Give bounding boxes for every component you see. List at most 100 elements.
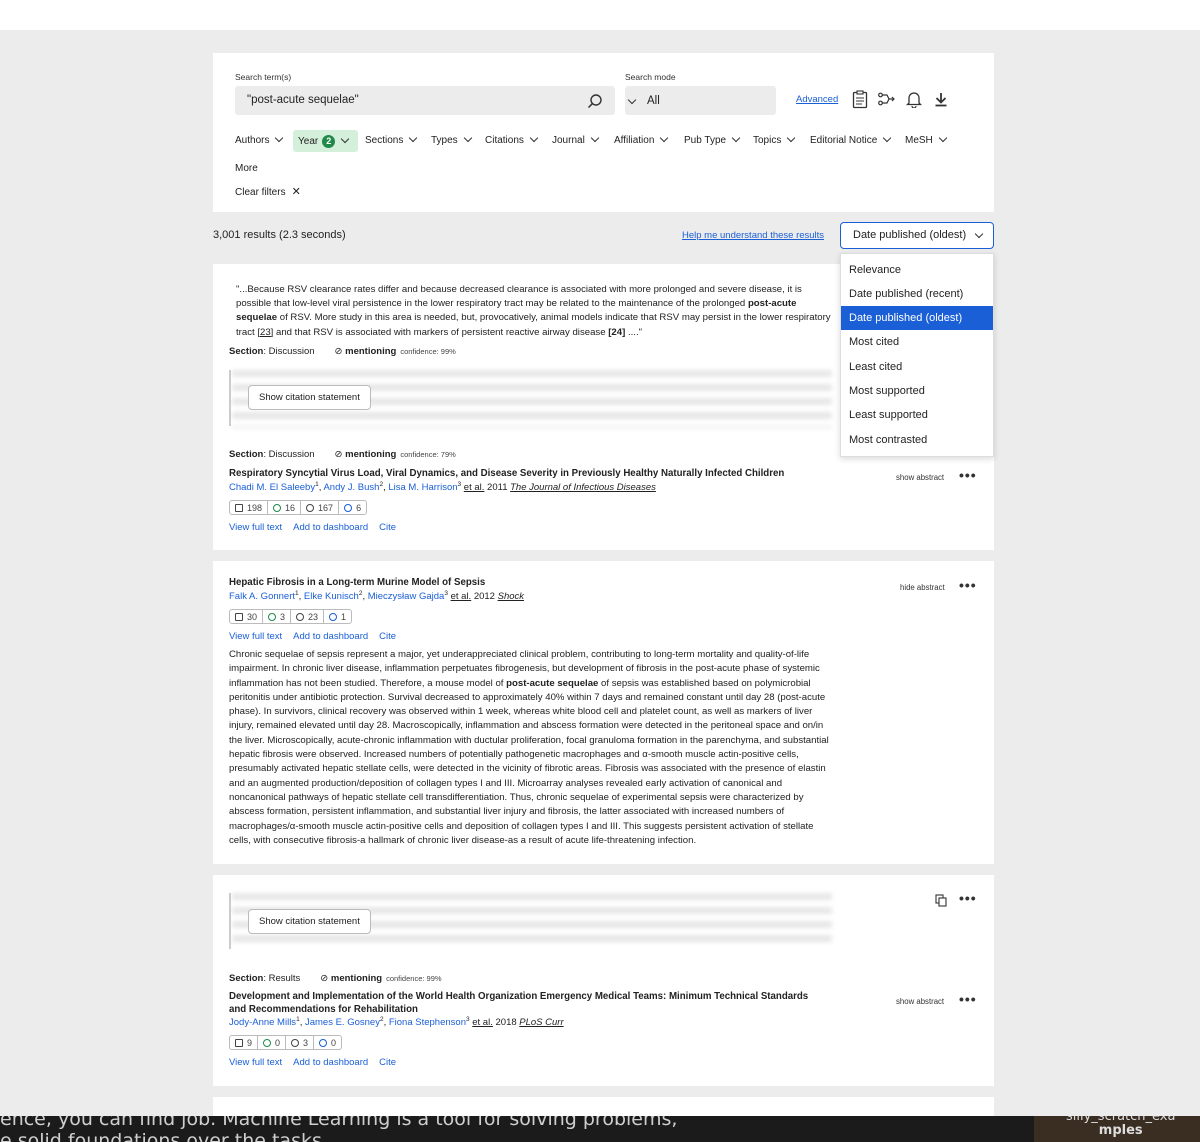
filter-journal[interactable]: Journal (552, 133, 600, 146)
mentioning-icon: ⊘ (320, 973, 329, 984)
section-info: Section: Results ⊘ mentioning confidence: … (229, 973, 442, 984)
video-overlay: ence, you can find job. Machine Learning… (0, 1116, 1200, 1142)
result-actions: View full text Add to dashboard Cite (229, 631, 407, 642)
filter-citations[interactable]: Citations (485, 133, 539, 146)
contrasting-icon (319, 1038, 328, 1047)
clear-filters-button[interactable]: Clear filters ✕ (235, 185, 301, 198)
filter-mesh[interactable]: MeSH (905, 133, 948, 146)
filter-label: Topics (753, 135, 782, 146)
author-link[interactable]: James E. Gosney (305, 1017, 380, 1028)
clipboard-icon[interactable] (852, 90, 868, 109)
view-full-text-link[interactable]: View full text (229, 522, 282, 533)
result-title[interactable]: Respiratory Syncytial Virus Load, Viral … (229, 468, 829, 479)
sort-option-date-oldest[interactable]: Date published (oldest) (841, 306, 993, 330)
copy-icon[interactable] (935, 894, 947, 907)
author-link[interactable]: Andy J. Bush (323, 482, 379, 493)
advanced-link[interactable]: Advanced (796, 94, 838, 105)
sort-dropdown: Relevance Date published (recent) Date p… (840, 253, 994, 457)
filter-label: Types (431, 135, 458, 146)
publications-icon (235, 503, 243, 512)
author-link[interactable]: Fiona Stephenson (389, 1017, 466, 1028)
clear-filters-label: Clear filters (235, 187, 286, 198)
quote-bar (229, 893, 231, 949)
search-mode-value: All (647, 95, 660, 107)
cite-link[interactable]: Cite (379, 1057, 396, 1068)
author-link[interactable]: Chadi M. El Saleeby (229, 482, 315, 493)
add-to-dashboard-link[interactable]: Add to dashboard (293, 1057, 368, 1068)
filter-label: Authors (235, 135, 270, 146)
sort-option-most-contrasted[interactable]: Most contrasted (841, 428, 993, 452)
author-link[interactable]: Jody-Anne Mills (229, 1017, 296, 1028)
filter-year[interactable]: Year 2 (298, 134, 350, 148)
show-abstract-toggle[interactable]: show abstract (896, 997, 944, 1006)
author-link[interactable]: Elke Kunisch (304, 591, 359, 602)
sort-option-relevance[interactable]: Relevance (841, 258, 993, 282)
help-understand-link[interactable]: Help me understand these results (682, 230, 824, 241)
sort-option-most-supported[interactable]: Most supported (841, 379, 993, 403)
author-list: Jody-Anne Mills1, James E. Gosney2, Fion… (229, 1016, 564, 1029)
filter-types[interactable]: Types (431, 133, 472, 146)
mentioning-icon (291, 1038, 300, 1047)
search-icon[interactable] (587, 93, 603, 109)
chevron-down-icon (731, 133, 741, 143)
author-link[interactable]: Mieczysław Gajda (368, 591, 445, 602)
supporting-icon (268, 612, 277, 621)
more-options-icon[interactable]: ••• (959, 467, 977, 483)
filter-label: MeSH (905, 135, 933, 146)
chevron-down-icon (938, 133, 948, 143)
sort-option-least-cited[interactable]: Least cited (841, 355, 993, 379)
filter-authors[interactable]: Authors (235, 133, 284, 146)
search-input[interactable]: "post-acute sequelae" (235, 86, 615, 115)
add-to-dashboard-link[interactable]: Add to dashboard (293, 522, 368, 533)
author-link[interactable]: Lisa M. Harrison (388, 482, 457, 493)
result-card (213, 1097, 994, 1116)
more-options-icon[interactable]: ••• (959, 890, 977, 906)
top-bar (0, 0, 1200, 30)
search-mode-label: Search mode (625, 72, 676, 82)
show-citation-button[interactable]: Show citation statement (248, 909, 371, 934)
citation-stats[interactable]: 9 0 3 0 (229, 1035, 343, 1050)
sort-option-date-recent[interactable]: Date published (recent) (841, 282, 993, 306)
result-title[interactable]: Hepatic Fibrosis in a Long-term Murine M… (229, 577, 485, 588)
view-full-text-link[interactable]: View full text (229, 631, 282, 642)
chevron-down-icon (974, 229, 984, 239)
sort-option-most-cited[interactable]: Most cited (841, 330, 993, 354)
result-title[interactable]: Development and Implementation of the Wo… (229, 991, 819, 1016)
author-list: Falk A. Gonnert1, Elke Kunisch2, Mieczys… (229, 590, 525, 603)
result-actions: View full text Add to dashboard Cite (229, 1057, 407, 1068)
year-count-badge: 2 (322, 135, 336, 148)
citation-stats[interactable]: 198 16 167 6 (229, 500, 368, 515)
cite-link[interactable]: Cite (379, 522, 396, 533)
citation-snippet: "...Because RSV clearance rates differ a… (236, 284, 831, 338)
chevron-down-icon (627, 95, 637, 105)
result-actions: View full text Add to dashboard Cite (229, 522, 407, 533)
filter-label: Sections (365, 135, 404, 146)
section-info: Section: Discussion ⊘ mentioning confidenc… (229, 346, 456, 357)
sort-select[interactable]: Date published (oldest) (840, 222, 994, 249)
compare-icon[interactable] (878, 92, 896, 106)
add-to-dashboard-link[interactable]: Add to dashboard (293, 631, 368, 642)
more-options-icon[interactable]: ••• (959, 991, 977, 1007)
cite-link[interactable]: Cite (379, 631, 396, 642)
filter-pub-type[interactable]: Pub Type (684, 133, 741, 146)
filter-editorial-notice[interactable]: Editorial Notice (810, 133, 892, 146)
filter-sections[interactable]: Sections (365, 133, 418, 146)
search-mode-select[interactable]: All (625, 86, 776, 115)
filter-affiliation[interactable]: Affiliation (614, 133, 669, 146)
author-link[interactable]: Falk A. Gonnert (229, 591, 295, 602)
sort-option-least-supported[interactable]: Least supported (841, 403, 993, 427)
filter-label: Editorial Notice (810, 135, 878, 146)
filter-topics[interactable]: Topics (753, 133, 796, 146)
more-options-icon[interactable]: ••• (959, 577, 977, 593)
hide-abstract-toggle[interactable]: hide abstract (900, 583, 945, 592)
chevron-down-icon (529, 133, 539, 143)
download-icon[interactable] (934, 92, 948, 107)
show-abstract-toggle[interactable]: show abstract (896, 473, 944, 482)
show-citation-button[interactable]: Show citation statement (248, 385, 371, 410)
citation-stats[interactable]: 30 3 23 1 (229, 609, 353, 624)
view-full-text-link[interactable]: View full text (229, 1057, 282, 1068)
bell-icon[interactable] (906, 91, 922, 108)
mentioning-icon: ⊘ (334, 346, 343, 357)
filter-label: Journal (552, 135, 585, 146)
more-filters[interactable]: More (235, 163, 258, 174)
